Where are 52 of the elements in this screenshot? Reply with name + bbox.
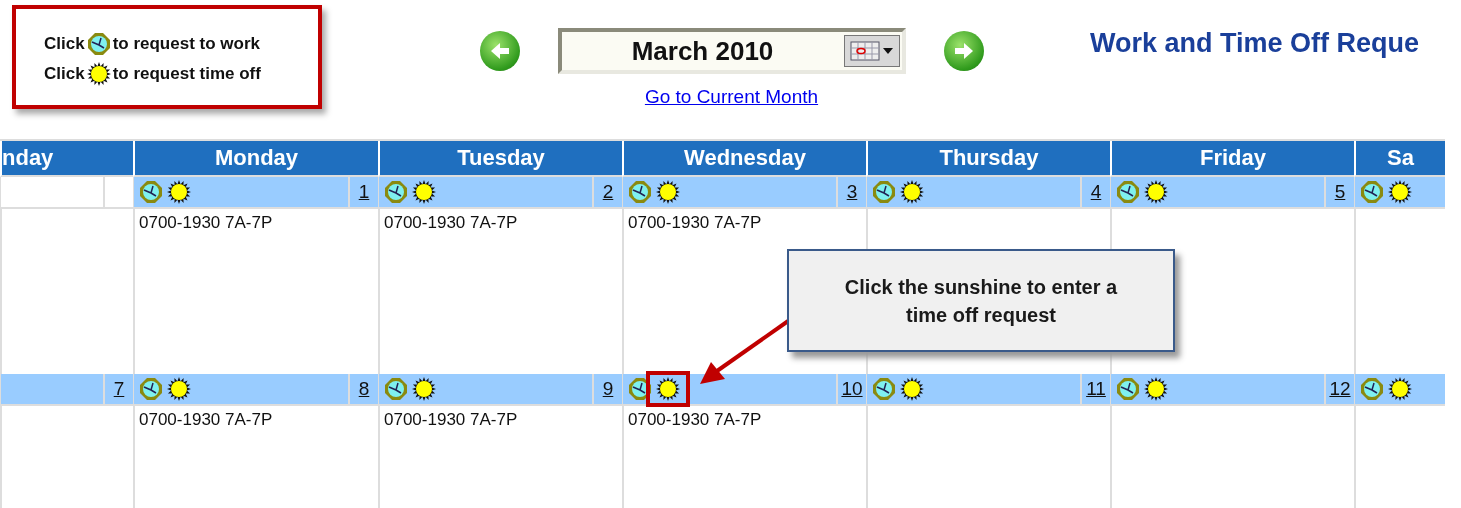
day-header: Thursday [866, 141, 1110, 177]
previous-month-button[interactable] [479, 31, 520, 71]
day-header: Monday [133, 141, 378, 177]
shift-text: 0700-1930 7A-7P [628, 213, 762, 232]
day-header: Wednesday [622, 141, 866, 177]
request-work-button[interactable] [1116, 180, 1140, 204]
request-time-off-button[interactable] [1388, 377, 1412, 401]
request-work-button[interactable] [139, 180, 163, 204]
request-time-off-button[interactable] [900, 377, 924, 401]
callout-text: Click the sunshine to enter a time off request [787, 249, 1175, 352]
request-work-button[interactable] [384, 180, 408, 204]
request-work-button[interactable] [139, 377, 163, 401]
next-month-button[interactable] [943, 31, 984, 71]
legend-text: Click [44, 64, 85, 84]
request-work-button[interactable] [872, 180, 896, 204]
shift-text: 0700-1930 7A-7P [384, 410, 518, 429]
legend-text: Click [44, 34, 85, 54]
legend-text: to request to work [112, 34, 260, 54]
legend-text: to request time off [112, 64, 261, 84]
request-work-button[interactable] [628, 180, 652, 204]
calendar-icon [850, 41, 880, 61]
shift-text: 0700-1930 7A-7P [139, 213, 273, 232]
request-work-button[interactable] [1360, 377, 1384, 401]
day-header: Tuesday [378, 141, 622, 177]
request-work-button[interactable] [384, 377, 408, 401]
request-work-button[interactable] [628, 377, 652, 401]
request-time-off-button[interactable] [1144, 377, 1168, 401]
shift-text: 0700-1930 7A-7P [139, 410, 273, 429]
day-header: Sa [1354, 141, 1445, 177]
request-work-button[interactable] [872, 377, 896, 401]
clock-icon [86, 32, 111, 56]
day-header: Friday [1110, 141, 1354, 177]
day-header: nday [0, 141, 133, 177]
calendar-dropdown-button[interactable] [843, 35, 900, 67]
request-time-off-button[interactable] [167, 180, 191, 204]
sun-icon [86, 62, 111, 86]
page-title: Work and Time Off Reque [1090, 28, 1420, 59]
current-month-link[interactable]: Go to Current Month [644, 86, 819, 108]
request-time-off-button[interactable] [167, 377, 191, 401]
request-time-off-button[interactable] [412, 180, 436, 204]
request-work-button[interactable] [1360, 180, 1384, 204]
request-time-off-button[interactable] [412, 377, 436, 401]
request-time-off-button[interactable] [656, 180, 680, 204]
request-time-off-button[interactable] [656, 377, 680, 401]
shift-text: 0700-1930 7A-7P [628, 410, 762, 429]
request-work-button[interactable] [1116, 377, 1140, 401]
shift-text: 0700-1930 7A-7P [384, 213, 518, 232]
request-time-off-button[interactable] [1144, 180, 1168, 204]
month-field[interactable]: March 2010 [557, 28, 906, 74]
request-time-off-button[interactable] [1388, 180, 1412, 204]
request-time-off-button[interactable] [900, 180, 924, 204]
caret-icon [883, 48, 893, 54]
